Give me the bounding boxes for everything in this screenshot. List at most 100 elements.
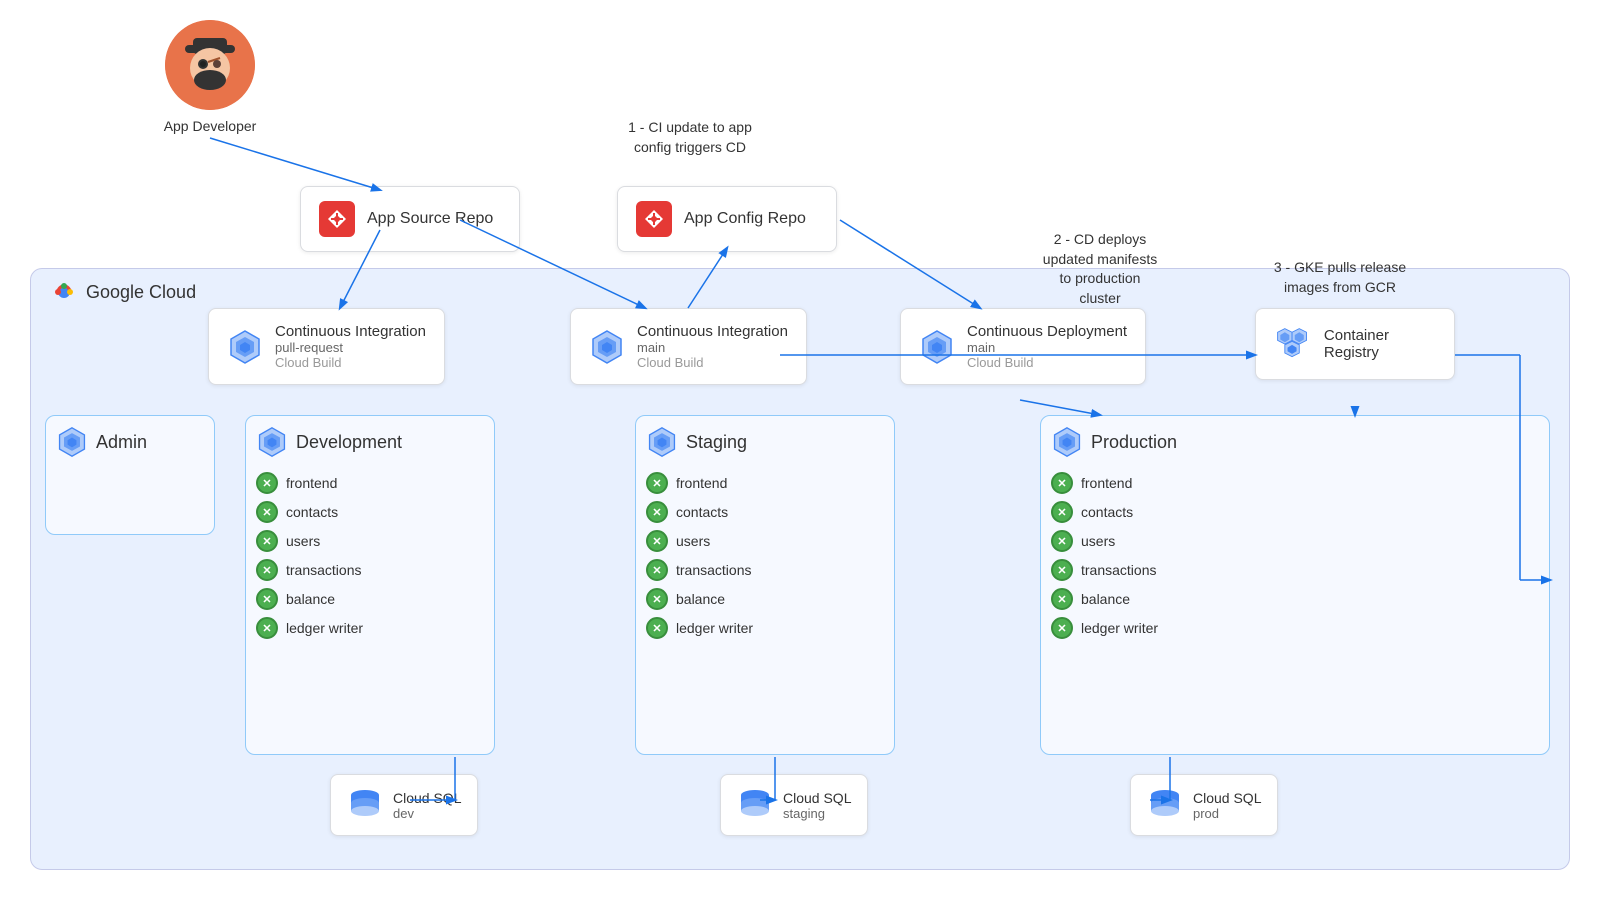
svc-contacts-staging [646, 501, 668, 523]
app-config-repo: App Config Repo [617, 186, 837, 252]
container-registry-box: Container Registry [1255, 308, 1455, 380]
svc-balance-dev [256, 588, 278, 610]
list-item: frontend [256, 472, 484, 494]
ci-pr-provider: Cloud Build [275, 355, 426, 370]
ci-pr-box: Continuous Integration pull-request Clou… [208, 308, 445, 385]
svc-users-prod [1051, 530, 1073, 552]
google-cloud-logo [50, 278, 78, 306]
svc-users-dev [256, 530, 278, 552]
sql-staging-sub: staging [783, 806, 851, 821]
sql-dev-box: Cloud SQL dev [330, 774, 478, 836]
admin-cluster: Admin [45, 415, 215, 535]
staging-cluster: Staging frontend contacts users transact… [635, 415, 895, 755]
staging-header: Staging [646, 426, 884, 458]
list-item: transactions [646, 559, 884, 581]
list-item: ledger writer [1051, 617, 1539, 639]
svc-frontend-prod [1051, 472, 1073, 494]
ci-main-box: Continuous Integration main Cloud Build [570, 308, 807, 385]
prod-title: Production [1091, 432, 1177, 453]
svc-frontend-dev [256, 472, 278, 494]
prod-services: frontend contacts users transactions bal… [1051, 472, 1539, 639]
sql-prod-icon [1147, 787, 1183, 823]
svc-ledger-prod [1051, 617, 1073, 639]
production-cluster: Production frontend contacts users trans… [1040, 415, 1550, 755]
developer-avatar [165, 20, 255, 110]
app-config-label: App Config Repo [684, 210, 806, 228]
ci-main-subtitle: main [637, 340, 788, 355]
developer-section: App Developer [150, 20, 270, 134]
list-item: transactions [1051, 559, 1539, 581]
list-item: ledger writer [256, 617, 484, 639]
sql-staging-info: Cloud SQL staging [783, 790, 851, 821]
svc-users-staging [646, 530, 668, 552]
annotation-gke-pull: 3 - GKE pulls release images from GCR [1240, 258, 1440, 297]
staging-icon [646, 426, 678, 458]
svc-balance-staging [646, 588, 668, 610]
svc-contacts-prod [1051, 501, 1073, 523]
cd-main-info: Continuous Deployment main Cloud Build [967, 323, 1127, 370]
svc-transactions-dev [256, 559, 278, 581]
svc-ledger-staging [646, 617, 668, 639]
list-item: balance [1051, 588, 1539, 610]
list-item: users [1051, 530, 1539, 552]
sql-prod-sub: prod [1193, 806, 1261, 821]
list-item: contacts [1051, 501, 1539, 523]
gcloud-label: Google Cloud [50, 278, 196, 306]
list-item: frontend [646, 472, 884, 494]
sql-staging-icon [737, 787, 773, 823]
dev-services: frontend contacts users transactions bal… [256, 472, 484, 639]
sql-dev-icon [347, 787, 383, 823]
cd-main-provider: Cloud Build [967, 355, 1127, 370]
admin-header: Admin [56, 426, 204, 458]
svc-frontend-staging [646, 472, 668, 494]
gcloud-title: Google Cloud [86, 282, 196, 303]
list-item: balance [646, 588, 884, 610]
cd-main-subtitle: main [967, 340, 1127, 355]
ci-pr-subtitle: pull-request [275, 340, 426, 355]
ci-main-title: Continuous Integration [637, 323, 788, 340]
dev-title: Development [296, 432, 402, 453]
list-item: users [256, 530, 484, 552]
svc-contacts-dev [256, 501, 278, 523]
list-item: contacts [256, 501, 484, 523]
sql-prod-title: Cloud SQL [1193, 790, 1261, 806]
ci-pr-info: Continuous Integration pull-request Clou… [275, 323, 426, 370]
prod-header: Production [1051, 426, 1539, 458]
ci-pr-title: Continuous Integration [275, 323, 426, 340]
annotation-ci-trigger: 1 - CI update to app config triggers CD [590, 118, 790, 157]
sql-staging-title: Cloud SQL [783, 790, 851, 806]
cd-main-box: Continuous Deployment main Cloud Build [900, 308, 1146, 385]
development-cluster: Development frontend contacts users tran… [245, 415, 495, 755]
developer-label: App Developer [164, 118, 257, 134]
cd-main-icon [919, 329, 955, 365]
list-item: frontend [1051, 472, 1539, 494]
ci-main-info: Continuous Integration main Cloud Build [637, 323, 788, 370]
app-source-repo: App Source Repo [300, 186, 520, 252]
app-source-label: App Source Repo [367, 210, 493, 228]
list-item: ledger writer [646, 617, 884, 639]
list-item: users [646, 530, 884, 552]
avatar-illustration [165, 20, 255, 110]
svc-balance-prod [1051, 588, 1073, 610]
registry-label: Container Registry [1324, 327, 1436, 361]
sql-prod-box: Cloud SQL prod [1130, 774, 1278, 836]
list-item: balance [256, 588, 484, 610]
cd-main-title: Continuous Deployment [967, 323, 1127, 340]
sql-dev-info: Cloud SQL dev [393, 790, 461, 821]
git-config-icon [636, 201, 672, 237]
ci-main-provider: Cloud Build [637, 355, 788, 370]
staging-services: frontend contacts users transactions bal… [646, 472, 884, 639]
git-source-icon [319, 201, 355, 237]
sql-dev-title: Cloud SQL [393, 790, 461, 806]
admin-title: Admin [96, 432, 147, 453]
admin-icon [56, 426, 88, 458]
dev-header: Development [256, 426, 484, 458]
dev-icon [256, 426, 288, 458]
svc-transactions-staging [646, 559, 668, 581]
list-item: transactions [256, 559, 484, 581]
ci-main-icon [589, 329, 625, 365]
diagram-container: Google Cloud App Developer [0, 0, 1600, 900]
svc-ledger-dev [256, 617, 278, 639]
annotation-cd-deploy: 2 - CD deploys updated manifests to prod… [1000, 230, 1200, 308]
svc-transactions-prod [1051, 559, 1073, 581]
